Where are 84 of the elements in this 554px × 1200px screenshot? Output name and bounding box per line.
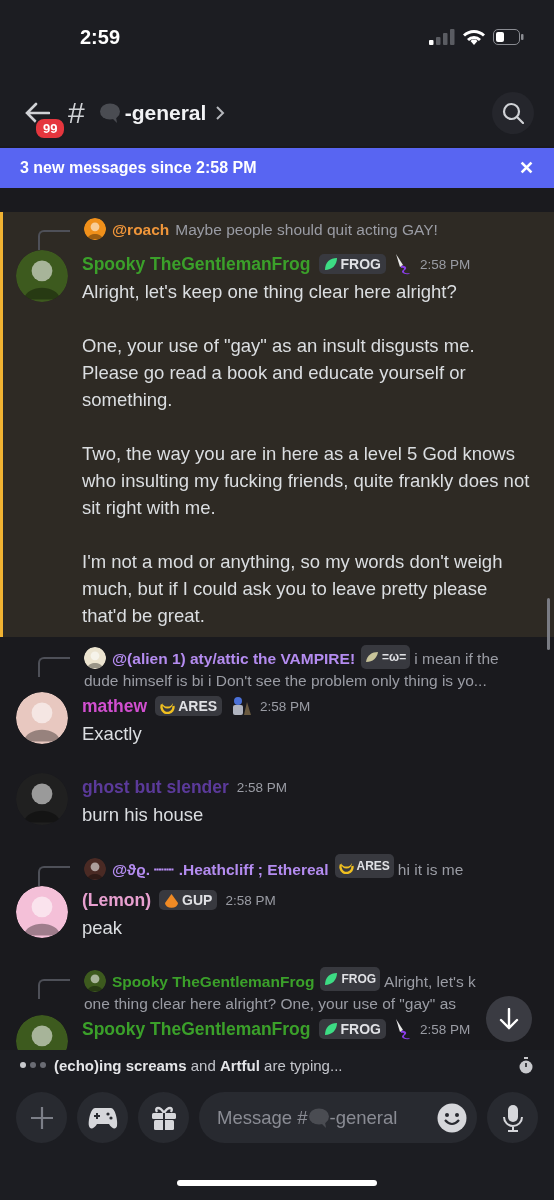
down-arrow-icon — [499, 1008, 519, 1030]
placeholder-text: -general — [329, 1106, 398, 1129]
reply-text: hi it is me — [397, 860, 464, 878]
brush-icon — [393, 1018, 412, 1040]
plus-icon — [29, 1105, 54, 1130]
brush-icon — [393, 253, 412, 275]
message-text: peak — [82, 916, 124, 940]
wifi-icon — [463, 29, 485, 45]
role-tag: ARES — [155, 696, 223, 716]
scroll-down-button[interactable] — [486, 996, 532, 1042]
stopwatch-icon[interactable] — [518, 1056, 534, 1074]
message-time: 2:58 PM — [419, 256, 471, 272]
chevron-icon[interactable] — [214, 105, 227, 121]
message-text: Exactly — [82, 722, 143, 746]
leaf-icon — [365, 651, 380, 663]
avatar[interactable] — [84, 970, 106, 992]
reply-text: dude himself is bi i Don't see the problem only thing is yo... — [84, 671, 487, 691]
avatar[interactable] — [16, 250, 68, 302]
reply-text: Maybe people should quit acting GAY! — [175, 221, 438, 238]
reply-line — [38, 979, 70, 999]
author-name[interactable]: Spooky TheGentlemanFrog — [82, 253, 311, 275]
reply-author[interactable]: @roach — [112, 221, 170, 238]
reply-text: Alright, let's k — [384, 973, 476, 990]
drop-icon — [164, 892, 180, 908]
smiley-icon[interactable] — [437, 1102, 467, 1133]
add-button[interactable] — [16, 1092, 67, 1143]
message-text: Alright, let's keep one thing clear here alright? — [82, 280, 458, 304]
role-tag: FROG — [318, 254, 386, 274]
microphone-icon — [501, 1103, 524, 1132]
reply-author[interactable]: @(alien 1) aty/attic the VAMPIRE! — [112, 650, 356, 667]
message-time: 2:58 PM — [419, 1021, 471, 1037]
leaf-icon — [324, 972, 339, 986]
leaf-icon — [323, 1022, 338, 1036]
message-input[interactable]: Message # -general — [199, 1092, 477, 1143]
leaf-icon — [323, 257, 338, 271]
speech-bubble-icon — [307, 1107, 330, 1128]
back-arrow-icon[interactable] — [24, 102, 50, 124]
signal-icon — [429, 29, 455, 45]
author-name[interactable]: mathew — [82, 695, 148, 717]
avatar[interactable] — [16, 773, 68, 825]
message-text: One, your use of "gay" as an insult disgusts me. Please go read a book and educate yourself or something. — [82, 334, 476, 412]
reply-author[interactable]: Spooky TheGentlemanFrog — [112, 973, 315, 990]
games-button[interactable] — [77, 1092, 128, 1143]
message-time: 2:58 PM — [225, 892, 276, 908]
speech-bubble-icon — [98, 103, 121, 123]
reply-text: i mean if the — [414, 650, 499, 667]
battery-icon — [493, 29, 524, 45]
banner-text: 3 new messages since 2:58 PM — [20, 159, 258, 177]
message-text: I'm not a mod or anything, so my words don't weigh much, but if I could ask you to leave pretty please that'd be great. — [82, 550, 504, 628]
role-tag: FROG — [318, 1019, 386, 1039]
new-messages-banner[interactable]: 3 new messages since 2:58 PM ✕ — [0, 148, 554, 188]
reply-text: one thing clear here alright? One, your use of "gay" as — [84, 994, 457, 1014]
gift-button[interactable] — [138, 1092, 189, 1143]
role-tag: FROG — [320, 967, 381, 991]
gift-icon — [150, 1104, 177, 1131]
close-icon[interactable]: ✕ — [519, 157, 534, 179]
role-tag: ARES — [334, 854, 394, 878]
message-text: Two, the way you are in here as a level 5 God knows who insulting my fucking friends, quite frankly does not sit right with me. — [82, 442, 531, 520]
avatar[interactable] — [84, 857, 106, 880]
message-time: 2:58 PM — [236, 779, 288, 795]
status-time: 2:59 — [80, 25, 122, 49]
avatar[interactable] — [16, 886, 68, 938]
hash-icon: # — [68, 96, 85, 130]
search-button[interactable] — [492, 92, 534, 134]
author-name[interactable]: (Lemon) — [82, 889, 152, 911]
gamepad-icon — [87, 1105, 118, 1130]
typing-indicator: (echo)ing screams and Artful are typing... — [54, 1056, 344, 1074]
typing-dots-icon — [20, 1062, 46, 1068]
scrollbar[interactable] — [547, 598, 550, 650]
reply-line — [38, 657, 70, 677]
placeholder-text: Message # — [217, 1106, 308, 1129]
message-time: 2:58 PM — [260, 698, 311, 714]
search-icon — [502, 102, 524, 124]
unread-badge: 99 — [34, 117, 67, 140]
role-tag: =ω= — [361, 645, 411, 669]
microphone-button[interactable] — [487, 1092, 538, 1143]
avatar[interactable] — [84, 647, 106, 669]
reply-author[interactable]: @ϑϱ. ┈┈ .Heathcliff ; Ethereal — [112, 860, 329, 878]
channel-title[interactable]: -general — [124, 101, 207, 125]
message-text: burn his house — [82, 803, 205, 827]
avatar[interactable] — [16, 692, 68, 744]
avatar[interactable] — [84, 218, 106, 240]
author-name[interactable]: Spooky TheGentlemanFrog — [82, 1018, 311, 1040]
role-tag: GUP — [159, 890, 218, 910]
